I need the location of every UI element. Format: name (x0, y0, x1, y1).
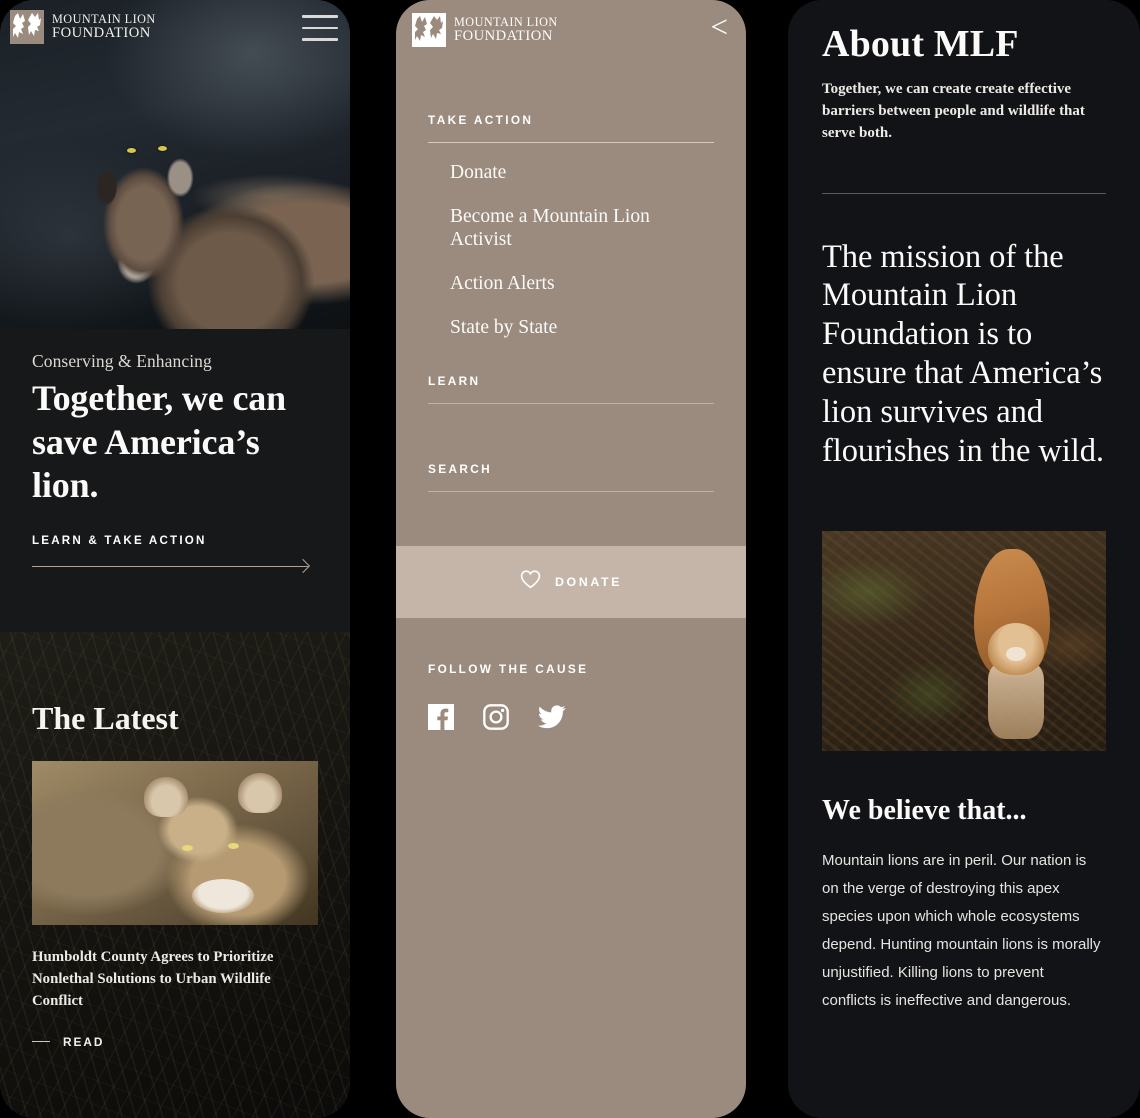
screenshot-stage: MOUNTAIN LION FOUNDATION Conserving & En… (0, 0, 1140, 1118)
donate-label: DONATE (554, 575, 623, 589)
latest-article-headline[interactable]: Humboldt County Agrees to Prioritize Non… (32, 947, 302, 1013)
dash-icon (32, 1040, 50, 1043)
we-believe-title: We believe that... (822, 794, 1027, 826)
menu-section-label[interactable]: LEARN (428, 374, 714, 388)
we-believe-body: Mountain lions are in peril. Our nation … (822, 851, 1101, 1010)
menu-section-take-action: TAKE ACTION Donate Become a Mountain Lio… (428, 113, 714, 339)
menu-item-state-by-state[interactable]: State by State (450, 316, 714, 339)
menu-item-donate[interactable]: Donate (450, 161, 714, 184)
twitter-icon[interactable] (537, 705, 566, 734)
menu-link-list: Donate Become a Mountain Lion Activist A… (428, 143, 714, 339)
logo-line-1: MOUNTAIN LION (454, 14, 558, 29)
logo-wordmark: MOUNTAIN LION FOUNDATION (454, 14, 558, 44)
logo-line-1: MOUNTAIN LION (52, 11, 156, 26)
divider (822, 192, 1106, 194)
lion-face-logo-icon (412, 13, 446, 47)
chevron-left-icon[interactable]: < (711, 11, 728, 42)
follow-label: FOLLOW THE CAUSE (428, 662, 589, 676)
follow-the-cause-section: FOLLOW THE CAUSE (428, 662, 714, 735)
about-subtitle: Together, we can create create effective… (822, 81, 1085, 142)
home-top-bar: MOUNTAIN LION FOUNDATION (0, 0, 350, 58)
hero-copy-block: Conserving & Enhancing Together, we can … (0, 329, 350, 574)
latest-article-image[interactable] (32, 761, 318, 925)
about-lion-photo (822, 530, 1106, 751)
home-screen-panel: MOUNTAIN LION FOUNDATION Conserving & En… (0, 0, 350, 1118)
menu-section-search: SEARCH (428, 462, 714, 492)
about-page-panel: About MLF Together, we can create create… (788, 0, 1140, 1118)
hero-headline: Together, we can save America’s lion. (32, 378, 287, 506)
the-latest-section: The Latest Humboldt County Agrees to Pri… (0, 632, 350, 1118)
menu-section-learn: LEARN (428, 374, 714, 404)
logo-line-2: FOUNDATION (52, 24, 151, 41)
facebook-icon[interactable] (428, 704, 454, 735)
lion-face-logo-icon (10, 10, 44, 44)
menu-item-action-alerts[interactable]: Action Alerts (450, 272, 714, 295)
latest-section-title: The Latest (32, 700, 179, 736)
divider (428, 491, 714, 492)
read-article-link[interactable]: READ (32, 1035, 318, 1049)
site-logo-menu[interactable]: MOUNTAIN LION FOUNDATION (412, 13, 558, 47)
mission-statement: The mission of the Mountain Lion Foundat… (822, 238, 1104, 469)
instagram-icon[interactable] (483, 704, 509, 735)
divider (428, 403, 714, 404)
about-page-title: About MLF (822, 23, 1019, 65)
social-links-row (428, 704, 714, 735)
hero-cta-label[interactable]: LEARN & TAKE ACTION (32, 534, 320, 547)
navigation-menu-panel: MOUNTAIN LION FOUNDATION < TAKE ACTION D… (396, 0, 746, 1118)
hero-eyebrow: Conserving & Enhancing (32, 351, 212, 371)
read-label: READ (63, 1034, 105, 1049)
logo-wordmark: MOUNTAIN LION FOUNDATION (52, 11, 156, 41)
menu-section-label[interactable]: TAKE ACTION (428, 113, 714, 127)
logo-line-2: FOUNDATION (454, 27, 553, 44)
menu-top-bar: MOUNTAIN LION FOUNDATION < (396, 0, 746, 47)
site-logo[interactable]: MOUNTAIN LION FOUNDATION (10, 10, 156, 44)
menu-item-become-activist[interactable]: Become a Mountain Lion Activist (450, 205, 714, 251)
donate-button[interactable]: DONATE (396, 546, 746, 618)
arrow-right-icon[interactable] (32, 559, 311, 574)
heart-icon (520, 570, 541, 594)
menu-sections: TAKE ACTION Donate Become a Mountain Lio… (396, 113, 746, 492)
hamburger-menu-icon[interactable] (302, 15, 338, 41)
menu-section-label[interactable]: SEARCH (428, 462, 714, 476)
